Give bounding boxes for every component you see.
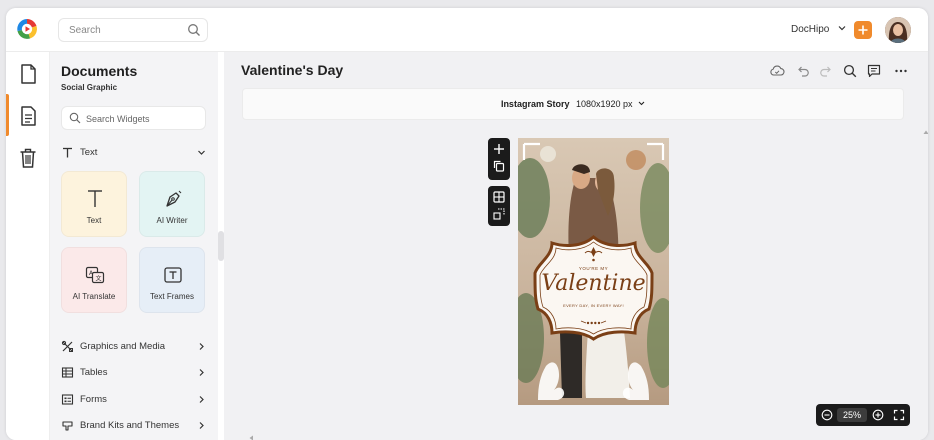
text-frames-card[interactable]: Text Frames	[139, 247, 205, 313]
scroll-left-arrow[interactable]	[248, 435, 254, 440]
more-icon[interactable]	[893, 63, 909, 79]
avatar-photo	[885, 17, 911, 43]
text-icon	[88, 190, 102, 207]
design-canvas[interactable]: YOU'RE MY Valentine EVERY DAY, IN EVERY …	[518, 138, 669, 405]
trash-icon[interactable]	[14, 144, 42, 172]
svg-text:文: 文	[96, 275, 102, 283]
comment-icon[interactable]	[866, 63, 882, 79]
size-dimensions: 1080x1920 px	[575, 99, 633, 109]
left-rail	[6, 52, 50, 440]
text-icon	[63, 147, 72, 158]
zoom-out-icon[interactable]	[821, 409, 833, 421]
widget-panel: Documents Social Graphic Search Widgets …	[50, 52, 218, 440]
zoom-control: 25%	[816, 404, 910, 426]
chevron-right-icon	[199, 369, 204, 376]
chevron-right-icon	[199, 396, 204, 403]
duplicate-page-icon[interactable]	[492, 159, 506, 173]
design-script-word: Valentine	[541, 271, 646, 296]
app-window: Search DocHipo Documents Social Graphic	[6, 8, 928, 440]
layout-toolbar	[488, 186, 510, 226]
brand-kit-icon	[62, 421, 73, 431]
zoom-in-icon[interactable]	[872, 409, 884, 421]
card-label: AI Translate	[72, 292, 116, 301]
table-icon	[61, 367, 74, 378]
widget-search-placeholder: Search Widgets	[86, 114, 150, 124]
arrange-icon[interactable]	[492, 207, 506, 221]
search-icon[interactable]	[842, 63, 858, 79]
panel-subtitle: Social Graphic	[61, 83, 118, 92]
forms-section[interactable]: Forms	[61, 393, 206, 407]
section-label: Forms	[80, 394, 107, 405]
text-section-header[interactable]: Text	[61, 146, 206, 160]
graphics-media-section[interactable]: Graphics and Media	[61, 340, 206, 354]
valentine-frame[interactable]: YOU'RE MY Valentine EVERY DAY, IN EVERY …	[531, 233, 656, 343]
document-title[interactable]: Valentine's Day	[241, 62, 343, 78]
widget-search-input[interactable]: Search Widgets	[61, 106, 206, 130]
text-frame-icon	[164, 267, 182, 283]
document-icon[interactable]	[14, 60, 42, 88]
chevron-down-icon	[838, 26, 846, 31]
account-menu[interactable]: DocHipo	[791, 24, 846, 35]
workspace: Valentine's Day Instagram Story 1080x192…	[224, 52, 928, 440]
search-icon	[69, 112, 81, 124]
avatar[interactable]	[885, 17, 911, 43]
top-bar: Search DocHipo	[6, 8, 928, 52]
create-button[interactable]	[854, 21, 872, 39]
redo-icon[interactable]	[818, 63, 834, 79]
fullscreen-icon[interactable]	[893, 409, 905, 421]
text-widget-card[interactable]: Text	[61, 171, 127, 237]
brand-kits-section[interactable]: Brand Kits and Themes	[61, 419, 206, 433]
size-name: Instagram Story	[500, 99, 570, 109]
card-label: Text	[86, 216, 102, 225]
search-input[interactable]: Search	[58, 18, 208, 42]
logo-icon[interactable]	[16, 18, 38, 40]
ai-translate-card[interactable]: A文 AI Translate	[61, 247, 127, 313]
chevron-down-icon	[638, 101, 645, 106]
add-page-icon[interactable]	[492, 142, 506, 156]
search-placeholder: Search	[69, 25, 101, 36]
undo-icon[interactable]	[795, 63, 811, 79]
page-actions-toolbar	[488, 138, 510, 180]
zoom-level[interactable]: 25%	[837, 408, 867, 422]
pen-nib-icon	[166, 190, 182, 207]
scroll-up-arrow[interactable]	[923, 129, 928, 135]
section-label: Brand Kits and Themes	[80, 420, 180, 431]
cloud-save-icon[interactable]	[769, 63, 785, 79]
translate-icon: A文	[85, 266, 105, 284]
chevron-right-icon	[199, 422, 204, 429]
plus-icon	[858, 25, 868, 35]
ai-writer-card[interactable]: AI Writer	[139, 171, 205, 237]
page-icon[interactable]	[14, 102, 42, 130]
chevron-right-icon	[199, 343, 204, 350]
design-tagline: EVERY DAY, IN EVERY WAY!	[563, 303, 624, 308]
account-name: DocHipo	[791, 24, 830, 35]
form-icon	[61, 394, 74, 405]
section-label: Tables	[80, 367, 108, 378]
canvas-size-selector[interactable]: Instagram Story 1080x1920 px	[242, 88, 904, 120]
panel-title: Documents	[61, 63, 138, 79]
card-label: Text Frames	[149, 292, 194, 301]
graphics-icon	[61, 340, 73, 352]
tables-section[interactable]: Tables	[61, 366, 206, 380]
text-section-label: Text	[80, 147, 98, 158]
section-label: Graphics and Media	[80, 341, 166, 352]
grid-icon[interactable]	[492, 190, 506, 204]
chevron-down-icon	[198, 150, 205, 155]
card-label: AI Writer	[156, 216, 188, 225]
rail-active-indicator	[6, 94, 9, 136]
search-icon[interactable]	[187, 23, 201, 37]
